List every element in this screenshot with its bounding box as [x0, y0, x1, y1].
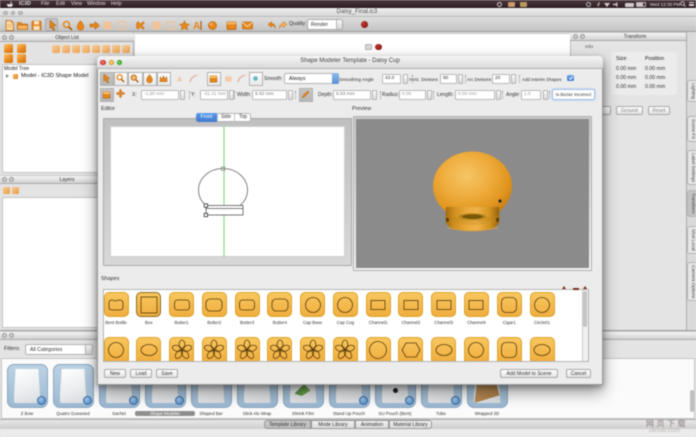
svg-text:A: A: [193, 21, 200, 31]
